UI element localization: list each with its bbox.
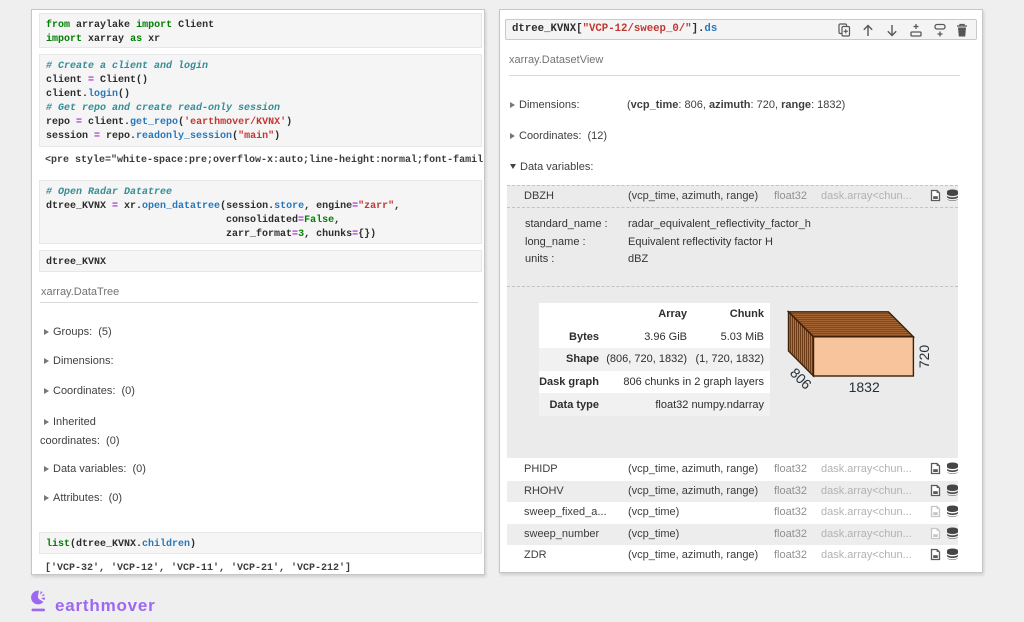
svg-text:720: 720 bbox=[916, 345, 932, 369]
svg-text:earthmover: earthmover bbox=[55, 596, 156, 615]
svg-text:1832: 1832 bbox=[849, 379, 880, 395]
